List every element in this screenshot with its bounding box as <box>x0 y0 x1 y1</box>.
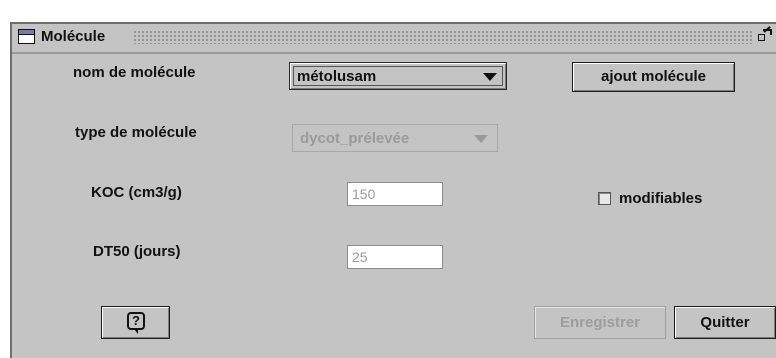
title-bar[interactable]: Molécule <box>12 24 776 54</box>
dt50-label: DT50 (jours) <box>93 243 181 260</box>
molecule-type-label: type de molécule <box>75 124 197 141</box>
dt50-field[interactable]: 25 <box>347 245 443 269</box>
chevron-down-icon <box>483 73 497 81</box>
koc-label: KOC (cm3/g) <box>91 184 182 201</box>
molecule-name-selected: métolusam <box>297 68 377 85</box>
help-icon: ? <box>127 312 145 334</box>
molecule-name-dropdown[interactable]: métolusam <box>289 62 507 90</box>
window-title: Molécule <box>41 28 106 45</box>
molecule-name-label: nom de molécule <box>73 64 196 81</box>
molecule-type-selected: dycot_prélevée <box>300 130 410 147</box>
modifiable-label: modifiables <box>619 190 703 207</box>
title-bar-grip <box>133 30 754 44</box>
maximize-icon[interactable] <box>758 26 773 43</box>
window-icon <box>18 29 35 44</box>
chevron-down-icon <box>474 135 488 143</box>
modifiable-checkbox[interactable] <box>598 192 611 205</box>
add-molecule-button[interactable]: ajout molécule <box>572 62 735 92</box>
molecule-type-dropdown[interactable]: dycot_prélevée <box>292 124 498 152</box>
save-button[interactable]: Enregistrer <box>534 306 666 339</box>
help-button[interactable]: ? <box>101 306 170 339</box>
koc-field[interactable]: 150 <box>347 182 443 206</box>
quit-button[interactable]: Quitter <box>674 306 776 339</box>
